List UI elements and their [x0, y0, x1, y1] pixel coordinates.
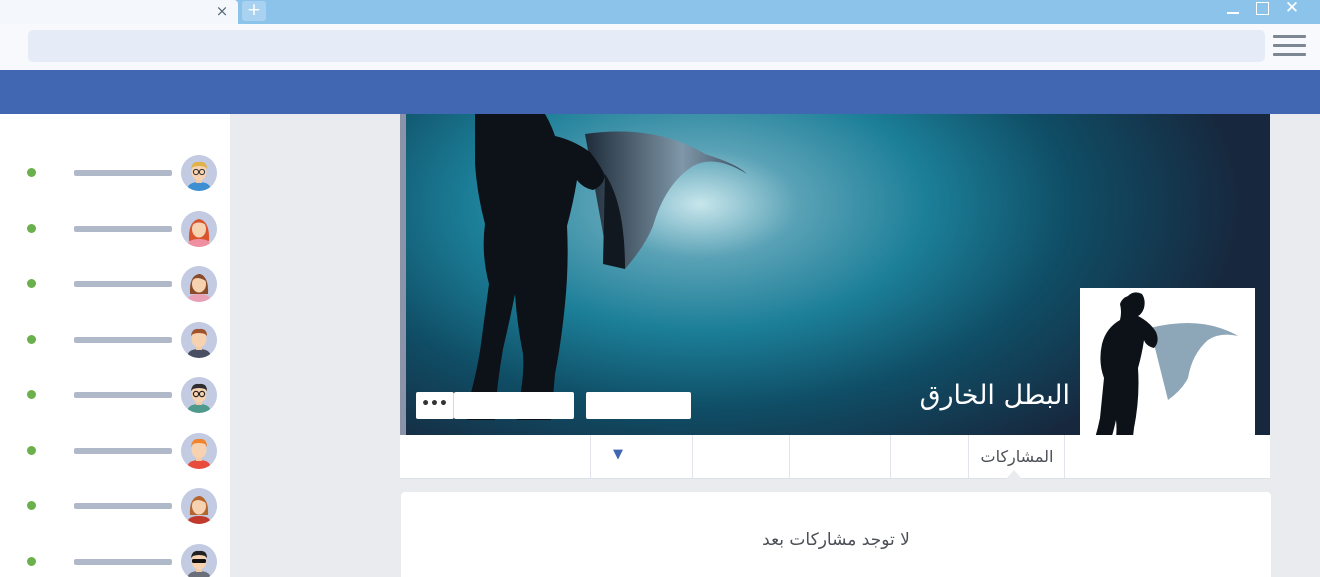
- friend-name-placeholder: [74, 226, 172, 232]
- hamburger-menu-icon[interactable]: [1273, 35, 1307, 59]
- cover-edge: [400, 114, 406, 435]
- friend-item[interactable]: [0, 432, 230, 472]
- friend-item[interactable]: [0, 321, 230, 361]
- tab-close-icon[interactable]: ×: [214, 2, 230, 20]
- friend-name-placeholder: [74, 503, 172, 509]
- online-status-icon: [27, 168, 36, 177]
- friends-sidebar: [0, 114, 230, 577]
- avatar-woman-red-hair-icon: [181, 211, 217, 247]
- online-status-icon: [27, 224, 36, 233]
- online-status-icon: [27, 390, 36, 399]
- avatar-man-glasses-icon: [181, 155, 217, 191]
- avatar-man-brown-hair-icon: [181, 322, 217, 358]
- friend-name-placeholder: [74, 281, 172, 287]
- avatar-woman-auburn-hair-icon: [181, 488, 217, 524]
- online-status-icon: [27, 446, 36, 455]
- online-status-icon: [27, 335, 36, 344]
- empty-posts-message: لا توجد مشاركات بعد: [762, 530, 910, 550]
- avatar-woman-brown-hair-icon: [181, 266, 217, 302]
- online-status-icon: [27, 279, 36, 288]
- friend-name-placeholder: [74, 337, 172, 343]
- address-bar[interactable]: [28, 30, 1265, 62]
- active-tab-caret: [1006, 470, 1022, 479]
- minimize-icon[interactable]: [1220, 0, 1246, 18]
- maximize-icon[interactable]: [1249, 0, 1275, 18]
- browser-toolbar: [0, 24, 1320, 70]
- add-friend-button[interactable]: [586, 392, 691, 419]
- profile-tabs-bar: [400, 435, 1270, 479]
- message-button[interactable]: [454, 392, 574, 419]
- friend-item[interactable]: [0, 376, 230, 416]
- avatar-man-orange-hair-icon: [181, 433, 217, 469]
- friend-item[interactable]: [0, 210, 230, 250]
- more-options-button[interactable]: •••: [416, 392, 454, 419]
- avatar-man-glasses-dark-icon: [181, 377, 217, 413]
- tab-more-dropdown[interactable]: ▼: [605, 447, 631, 462]
- posts-card: لا توجد مشاركات بعد: [401, 492, 1271, 577]
- site-header: [0, 70, 1320, 114]
- friend-name-placeholder: [74, 392, 172, 398]
- friend-item[interactable]: [0, 487, 230, 527]
- avatar-man-sunglasses-icon: [181, 544, 217, 577]
- friend-item[interactable]: [0, 265, 230, 305]
- online-status-icon: [27, 501, 36, 510]
- friend-item[interactable]: [0, 154, 230, 194]
- browser-tab-bar: × + ✕: [0, 0, 1320, 26]
- friend-item[interactable]: [0, 543, 230, 577]
- online-status-icon: [27, 557, 36, 566]
- browser-tab[interactable]: ×: [0, 0, 238, 26]
- friend-name-placeholder: [74, 559, 172, 565]
- friend-name-placeholder: [74, 448, 172, 454]
- new-tab-button[interactable]: +: [242, 1, 266, 21]
- profile-name: البطل الخارق: [919, 380, 1070, 411]
- superhero-silhouette-icon: [465, 114, 747, 420]
- friend-name-placeholder: [74, 170, 172, 176]
- window-close-icon[interactable]: ✕: [1279, 0, 1305, 18]
